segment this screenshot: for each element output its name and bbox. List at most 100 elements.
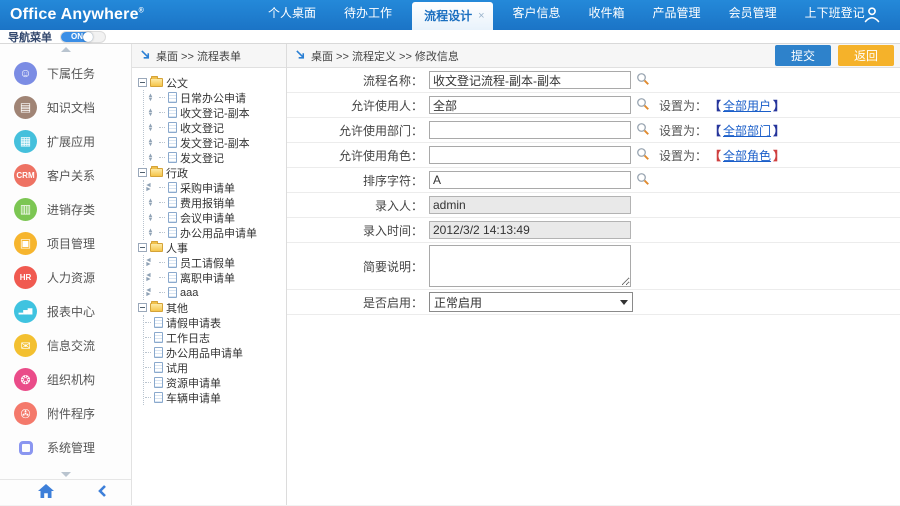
sort-arrows-icon[interactable] <box>145 289 156 297</box>
tree-item[interactable]: 发文登记-副本 <box>145 135 284 150</box>
tree-item[interactable]: 收文登记-副本 <box>145 105 284 120</box>
sort-arrows-icon[interactable] <box>145 214 156 222</box>
tree-item[interactable]: 办公用品申请单 <box>145 345 284 360</box>
enable-status-select[interactable]: 正常启用 <box>429 292 633 312</box>
allowed-departments-input[interactable] <box>429 121 631 139</box>
tree-item[interactable]: 采购申请单 <box>145 180 284 195</box>
collapse-left-icon[interactable] <box>98 485 107 500</box>
nav-product-management[interactable]: 产品管理 <box>639 0 715 30</box>
tree-item[interactable]: 试用 <box>145 360 284 375</box>
sidebar-item-subordinate-tasks[interactable]: ☺ 下属任务 <box>0 58 131 88</box>
nav-member-management[interactable]: 会员管理 <box>715 0 791 30</box>
tree-item[interactable]: 会议申请单 <box>145 210 284 225</box>
search-icon[interactable] <box>636 97 650 114</box>
sort-arrows-icon[interactable] <box>145 154 156 162</box>
form-row-allowed-users: 允许使用人： 设置为： 【 全部用户 】 <box>287 93 900 118</box>
sidebar-item-label: 信息交流 <box>47 339 96 354</box>
tree-item[interactable]: 离职申请单 <box>145 270 284 285</box>
allowed-users-input[interactable] <box>429 96 631 114</box>
sidebar-item-crm[interactable]: CRM 客户关系 <box>0 160 131 190</box>
collapse-expander-icon[interactable] <box>138 78 147 87</box>
sidebar-item-messaging[interactable]: ✉ 信息交流 <box>0 331 131 361</box>
tree-item[interactable]: 车辆申请单 <box>145 390 284 405</box>
search-icon[interactable] <box>636 172 650 189</box>
sidebar-item-project-management[interactable]: ▣ 项目管理 <box>0 228 131 258</box>
sidebar-item-extended-apps[interactable]: ▦ 扩展应用 <box>0 126 131 156</box>
document-icon <box>168 92 177 103</box>
tree-folder-hr[interactable]: 人事 <box>138 240 284 255</box>
sort-arrows-icon[interactable] <box>145 94 156 102</box>
sort-char-input[interactable] <box>429 171 631 189</box>
tree-item[interactable]: 员工请假单 <box>145 255 284 270</box>
inventory-icon: ▥ <box>14 197 37 221</box>
sidebar-scroll-down[interactable] <box>0 469 131 479</box>
folder-icon <box>150 301 163 312</box>
tree-folder-administration[interactable]: 行政 <box>138 165 284 180</box>
nav-menu-toggle[interactable]: ON <box>60 30 106 43</box>
toggle-knob[interactable] <box>83 31 93 42</box>
close-icon[interactable]: × <box>478 10 484 21</box>
back-button[interactable]: 返回 <box>837 45 894 66</box>
nav-tab-process-design[interactable]: 流程设计 × <box>412 2 493 30</box>
user-profile-icon[interactable] <box>862 5 882 25</box>
field-label: 允许使用人： <box>350 98 423 113</box>
corner-arrow-icon <box>296 50 305 59</box>
nav-todo-work[interactable]: 待办工作 <box>330 0 406 30</box>
document-icon <box>154 347 163 358</box>
tree-item[interactable]: 发文登记 <box>145 150 284 165</box>
form-panel-header: 桌面 >> 流程定义 >> 修改信息 提交 返回 <box>287 44 900 68</box>
home-icon[interactable] <box>38 483 54 502</box>
sidebar-item-knowledge-docs[interactable]: ▤ 知识文档 <box>0 92 131 122</box>
sidebar-footer <box>0 479 131 505</box>
all-users-link[interactable]: 全部用户 <box>723 97 771 114</box>
document-icon <box>168 122 177 133</box>
all-departments-link[interactable]: 全部部门 <box>723 122 771 139</box>
process-form-tree: 公文 日常办公申请 收文登记-副本 收文登记 发文登记-副本 发文登记 行政 采… <box>132 68 286 505</box>
collapse-expander-icon[interactable] <box>138 243 147 252</box>
nav-inbox[interactable]: 收件箱 <box>575 0 639 30</box>
sidebar-item-report-center[interactable]: ▂▅▇ 报表中心 <box>0 297 131 327</box>
sort-arrows-icon[interactable] <box>145 139 156 147</box>
submit-button[interactable]: 提交 <box>774 45 831 66</box>
sort-arrows-icon[interactable] <box>145 259 156 267</box>
sidebar-item-system-management[interactable]: 系统管理 <box>0 433 131 463</box>
nav-personal-desktop[interactable]: 个人桌面 <box>254 0 330 30</box>
nav-customer-info[interactable]: 客户信息 <box>499 0 575 30</box>
search-icon[interactable] <box>636 147 650 164</box>
tree-item[interactable]: 资源申请单 <box>145 375 284 390</box>
description-textarea[interactable] <box>429 245 631 287</box>
search-icon[interactable] <box>636 122 650 139</box>
corner-arrow-icon <box>141 50 150 59</box>
tree-item[interactable]: 办公用品申请单 <box>145 225 284 240</box>
sort-arrows-icon[interactable] <box>145 109 156 117</box>
all-roles-link[interactable]: 全部角色 <box>723 147 771 164</box>
process-name-input[interactable] <box>429 71 631 89</box>
tree-folder-official-docs[interactable]: 公文 <box>138 75 284 90</box>
allowed-roles-input[interactable] <box>429 146 631 164</box>
sort-arrows-icon[interactable] <box>145 124 156 132</box>
sidebar-item-human-resources[interactable]: HR 人力资源 <box>0 262 131 292</box>
search-icon[interactable] <box>636 72 650 89</box>
sidebar-scroll-up[interactable] <box>0 44 131 54</box>
tab-label: 流程设计 <box>424 9 473 23</box>
sidebar-item-inventory[interactable]: ▥ 进销存类 <box>0 194 131 224</box>
sidebar-item-label: 人力资源 <box>47 270 96 285</box>
collapse-expander-icon[interactable] <box>138 168 147 177</box>
sort-arrows-icon[interactable] <box>145 199 156 207</box>
tree-item[interactable]: 费用报销单 <box>145 195 284 210</box>
document-icon <box>154 317 163 328</box>
set-as-label: 设置为： <box>659 98 708 113</box>
tree-item[interactable]: 日常办公申请 <box>145 90 284 105</box>
tree-item[interactable]: 请假申请表 <box>145 315 284 330</box>
sort-arrows-icon[interactable] <box>145 229 156 237</box>
collapse-expander-icon[interactable] <box>138 303 147 312</box>
sidebar-item-organization[interactable]: ❂ 组织机构 <box>0 365 131 395</box>
tree-item[interactable]: aaa <box>145 285 284 300</box>
tree-item[interactable]: 收文登记 <box>145 120 284 135</box>
tree-item[interactable]: 工作日志 <box>145 330 284 345</box>
sidebar-item-attachments[interactable]: ✇ 附件程序 <box>0 399 131 429</box>
document-icon <box>168 212 177 223</box>
sort-arrows-icon[interactable] <box>145 184 156 192</box>
sort-arrows-icon[interactable] <box>145 274 156 282</box>
tree-folder-others[interactable]: 其他 <box>138 300 284 315</box>
